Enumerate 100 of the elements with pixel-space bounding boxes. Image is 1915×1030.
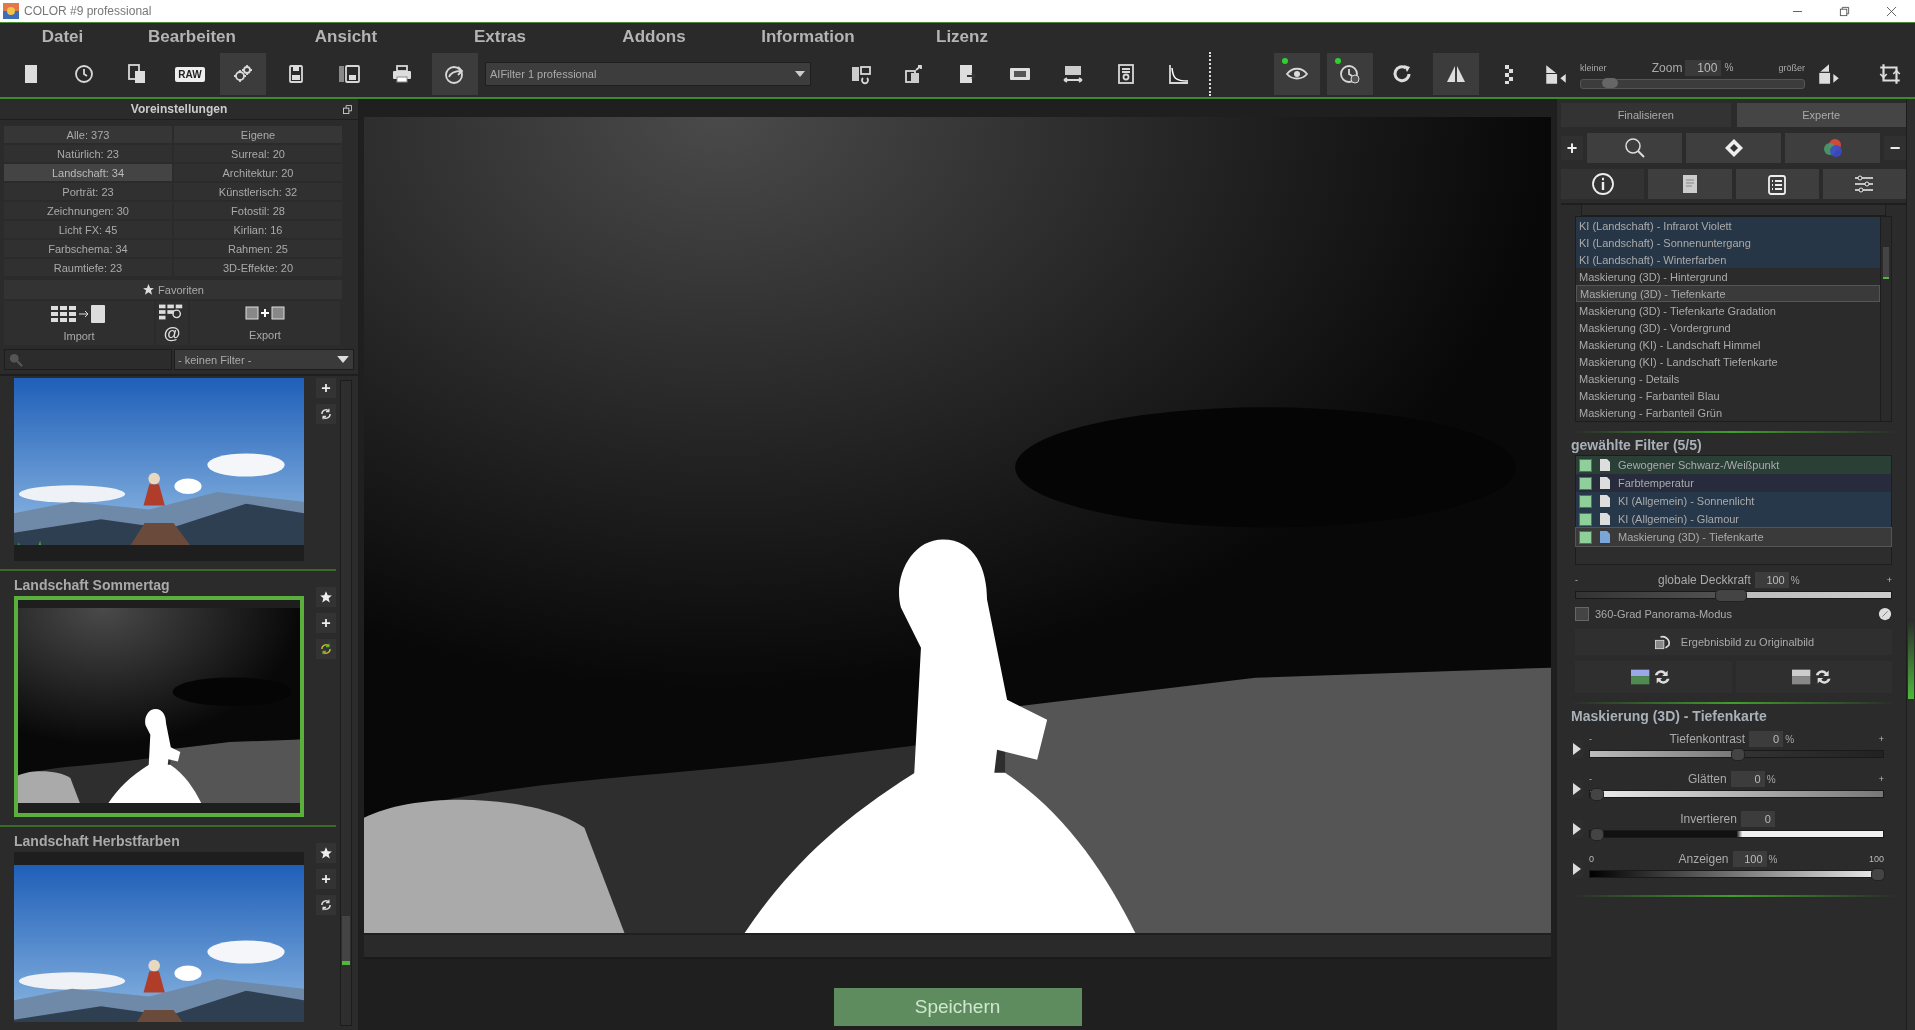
value-field[interactable]: 100 xyxy=(1754,572,1789,588)
save-button[interactable]: Speichern xyxy=(833,988,1082,1026)
value-field[interactable]: 0 xyxy=(1740,811,1775,827)
parameter-slider[interactable] xyxy=(1589,830,1884,838)
value-field[interactable]: 0 xyxy=(1749,731,1784,747)
scrollbar[interactable] xyxy=(1906,99,1915,1030)
chosen-filter-row[interactable]: KI (Allgemein) - Glamour xyxy=(1576,510,1891,528)
add-button[interactable] xyxy=(316,869,336,889)
email-button[interactable]: @ xyxy=(156,301,188,345)
restore-icon[interactable] xyxy=(1839,5,1850,17)
filter-list-item[interactable]: Maskierung (3D) - Tiefenkarte Gradation xyxy=(1576,302,1880,319)
zoom-slider[interactable] xyxy=(1580,78,1805,89)
chosen-filter-row[interactable]: Farbtemperatur xyxy=(1576,474,1891,492)
filter-list-item[interactable]: Maskierung (KI) - Landschaft Himmel xyxy=(1576,336,1880,353)
zoom-field[interactable]: 100 xyxy=(1685,59,1722,76)
gears-button[interactable] xyxy=(220,53,266,95)
apply-button[interactable] xyxy=(316,895,336,915)
parameter-slider[interactable] xyxy=(1589,870,1884,878)
filter-list-item[interactable]: KI (Landschaft) - Winterfarben xyxy=(1576,251,1880,268)
scrollbar[interactable] xyxy=(340,380,352,1026)
category-tab[interactable]: Eigene xyxy=(174,126,342,143)
filter-search-field[interactable] xyxy=(1581,205,1886,216)
panel-tab[interactable]: Finalisieren xyxy=(1561,103,1731,127)
checkbox[interactable] xyxy=(1579,530,1592,544)
raw-button[interactable]: RAW xyxy=(167,53,213,95)
category-tab[interactable]: Rahmen: 25 xyxy=(174,240,342,257)
category-tab[interactable]: Natürlich: 23 xyxy=(4,145,172,162)
filter-list-item[interactable]: Maskierung (KI) - Landschaft Tiefenkarte xyxy=(1576,353,1880,370)
add-filter-button[interactable]: + xyxy=(1561,136,1583,160)
filter-list-item[interactable]: Maskierung - Details xyxy=(1576,370,1880,387)
settings-button[interactable] xyxy=(1822,169,1906,199)
category-tab[interactable]: Raumtiefe: 23 xyxy=(4,259,172,276)
checkbox[interactable] xyxy=(1579,476,1592,490)
menu-item[interactable]: Extras xyxy=(423,27,577,47)
document-button[interactable] xyxy=(1648,169,1732,199)
category-tab[interactable]: Surreal: 20 xyxy=(174,145,342,162)
category-tab[interactable]: Kirlian: 16 xyxy=(174,221,342,238)
info-button[interactable] xyxy=(1561,169,1645,199)
export-button[interactable]: Export xyxy=(190,301,340,345)
apply-button[interactable] xyxy=(316,639,336,659)
filter-dropdown[interactable]: - keinen Filter - xyxy=(174,349,354,370)
category-tab[interactable]: Landschaft: 34 xyxy=(4,164,172,181)
menu-item[interactable]: Bearbeiten xyxy=(115,27,269,47)
swap-button[interactable] xyxy=(1575,661,1732,693)
value-field[interactable]: 0 xyxy=(1730,771,1765,787)
color-button[interactable] xyxy=(1785,133,1880,163)
filter-list-item[interactable]: KI (Landschaft) - Sonnenuntergang xyxy=(1576,234,1880,251)
parameter-slider[interactable] xyxy=(1589,790,1884,798)
scrollbar[interactable] xyxy=(1880,217,1891,421)
value-field[interactable]: 100 xyxy=(1732,851,1767,867)
category-tab[interactable]: Fotostil: 28 xyxy=(174,202,342,219)
menu-item[interactable]: Datei xyxy=(10,27,115,47)
apply-button[interactable] xyxy=(316,404,336,424)
category-tab[interactable]: Licht FX: 45 xyxy=(4,221,172,238)
timer-button[interactable] xyxy=(1327,53,1373,95)
panel-tab[interactable]: Experte xyxy=(1736,103,1906,127)
filter-list-item[interactable]: Maskierung - Farbanteil Blau xyxy=(1576,387,1880,404)
opacity-slider[interactable] xyxy=(1575,591,1892,599)
filter-list-item[interactable]: KI (Landschaft) - Infrarot Violett xyxy=(1576,217,1880,234)
eye-button[interactable] xyxy=(1274,53,1320,95)
chosen-filter-row[interactable]: Maskierung (3D) - Tiefenkarte xyxy=(1576,528,1891,546)
menu-item[interactable]: Information xyxy=(731,27,885,47)
close-icon[interactable] xyxy=(1886,5,1897,17)
checkbox[interactable] xyxy=(1579,458,1592,472)
favorite-button[interactable] xyxy=(316,587,336,607)
mirror-button[interactable] xyxy=(1433,53,1479,95)
undock-icon[interactable] xyxy=(343,104,352,114)
checkbox[interactable] xyxy=(1579,512,1592,526)
category-tab[interactable]: Zeichnungen: 30 xyxy=(4,202,172,219)
category-tab[interactable]: Porträt: 23 xyxy=(4,183,172,200)
remove-filter-button[interactable]: − xyxy=(1884,136,1906,160)
search-field[interactable] xyxy=(4,349,172,370)
category-tab[interactable]: Alle: 373 xyxy=(4,126,172,143)
category-tab[interactable]: 3D-Effekte: 20 xyxy=(174,259,342,276)
preset-dropdown[interactable]: AIFilter 1 professional xyxy=(485,62,811,86)
result-to-original-button[interactable]: Ergebnisbild zu Originalbild xyxy=(1575,629,1892,655)
list-button[interactable] xyxy=(1735,169,1819,199)
checkbox[interactable] xyxy=(1579,494,1592,508)
search-button[interactable] xyxy=(1587,133,1682,163)
swap-button[interactable] xyxy=(1735,661,1892,693)
import-button[interactable]: Import xyxy=(4,301,154,345)
filter-list-item[interactable]: Maskierung - Farbanteil Grün xyxy=(1576,404,1880,421)
favorites-button[interactable]: Favoriten xyxy=(4,280,342,299)
favorite-button[interactable] xyxy=(316,843,336,863)
filter-list-item[interactable]: Maskierung (3D) - Vordergrund xyxy=(1576,319,1880,336)
chosen-filter-row[interactable]: KI (Allgemein) - Sonnenlicht xyxy=(1576,492,1891,510)
parameter-slider[interactable] xyxy=(1589,750,1884,758)
menu-item[interactable]: Addons xyxy=(577,27,731,47)
filter-list-item[interactable]: Maskierung (3D) - Tiefenkarte xyxy=(1576,285,1880,302)
menu-item[interactable]: Ansicht xyxy=(269,27,423,47)
sphere-icon[interactable] xyxy=(1878,607,1892,621)
target-button[interactable] xyxy=(1686,133,1781,163)
chosen-filter-row[interactable]: Gewogener Schwarz-/Weißpunkt xyxy=(1576,456,1891,474)
crop-rotate-icon[interactable] xyxy=(1877,61,1903,87)
share-button[interactable] xyxy=(432,53,478,95)
add-button[interactable] xyxy=(316,613,336,633)
checkbox[interactable] xyxy=(1575,607,1589,621)
category-tab[interactable]: Künstlerisch: 32 xyxy=(174,183,342,200)
category-tab[interactable]: Architektur: 20 xyxy=(174,164,342,181)
category-tab[interactable]: Farbschema: 34 xyxy=(4,240,172,257)
